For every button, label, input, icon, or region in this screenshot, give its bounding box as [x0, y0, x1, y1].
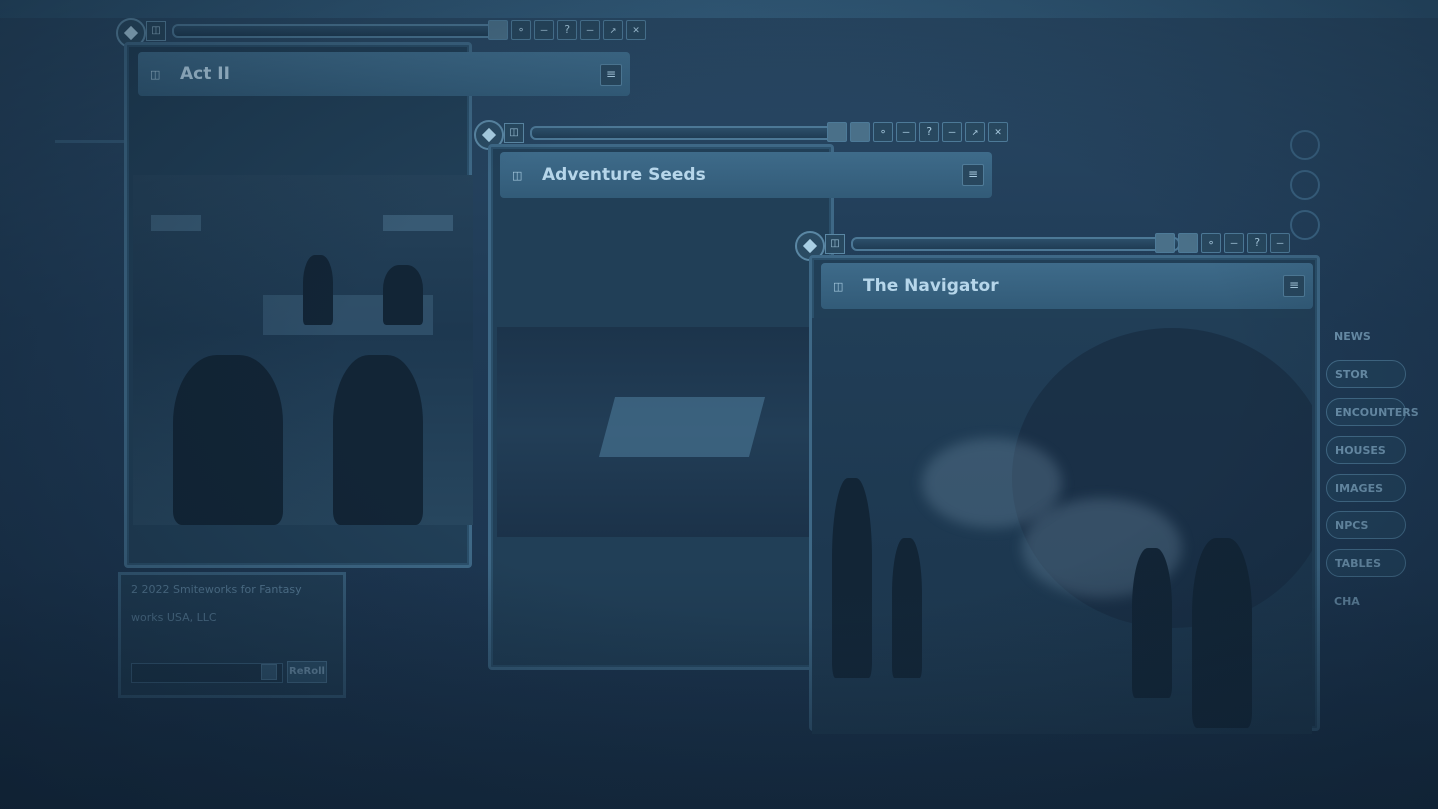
share-icon[interactable]: ∘ — [511, 20, 531, 40]
book-icon: ◫ — [150, 68, 161, 81]
share-icon[interactable]: ∘ — [873, 122, 893, 142]
close-icon[interactable]: ✕ — [988, 122, 1008, 142]
expand-icon[interactable]: ↗ — [965, 122, 985, 142]
sidebar-circle[interactable] — [1290, 170, 1320, 200]
window-titlebar[interactable]: ◫ ∘ – ? — ↗ ✕ — [116, 18, 652, 48]
collapse-icon[interactable]: — — [942, 122, 962, 142]
navigator-image — [812, 318, 1312, 734]
sidebar-item-tables[interactable]: TABLES — [1326, 549, 1406, 577]
minimize-icon[interactable]: – — [896, 122, 916, 142]
menu-icon[interactable]: ≡ — [962, 164, 984, 186]
sidebar-item-images[interactable]: IMAGES — [1326, 474, 1406, 502]
window-title: Adventure Seeds — [542, 165, 706, 185]
top-bar — [0, 0, 1438, 18]
help-icon[interactable]: ? — [1247, 233, 1267, 253]
collapse-icon[interactable]: — — [1270, 233, 1290, 253]
collapse-icon[interactable]: — — [580, 20, 600, 40]
close-icon[interactable]: ✕ — [626, 20, 646, 40]
book-icon: ◫ — [512, 169, 523, 182]
window-header: ◫ Adventure Seeds ≡ — [500, 152, 992, 198]
menu-icon[interactable]: ≡ — [1283, 275, 1305, 297]
window-header: ◫ The Navigator ≡ — [821, 263, 1313, 309]
sidebar-item-npcs[interactable]: NPCS — [1326, 511, 1406, 539]
chat-line: 2 2022 Smiteworks for Fantasy — [131, 583, 302, 596]
expand-icon[interactable]: ↗ — [603, 20, 623, 40]
chat-line: works USA, LLC — [131, 611, 217, 624]
help-icon[interactable]: ? — [919, 122, 939, 142]
minimize-icon[interactable]: – — [1224, 233, 1244, 253]
sidebar-item-encounters[interactable]: ENCOUNTERS — [1326, 398, 1419, 426]
minimize-icon[interactable]: – — [534, 20, 554, 40]
grid-icon[interactable] — [1155, 233, 1175, 253]
window-titlebar[interactable]: ◫ ∘ – ? — — [795, 231, 1320, 261]
sidebar-item-news[interactable]: NEWS — [1326, 322, 1406, 350]
sidebar-item-houses[interactable]: HOUSES — [1326, 436, 1406, 464]
sidebar-item-stor[interactable]: STOR — [1326, 360, 1406, 388]
menu-icon[interactable]: ≡ — [600, 64, 622, 86]
window-frame — [809, 255, 1320, 734]
window-titlebar[interactable]: ◫ ∘ – ? — ↗ ✕ — [474, 120, 1014, 150]
adventure-seeds-image — [497, 327, 817, 537]
sidebar-item-cha[interactable]: CHA — [1326, 587, 1406, 615]
grid-icon[interactable] — [488, 20, 508, 40]
share-icon[interactable] — [1178, 233, 1198, 253]
window-header: ◫ Act II ≡ — [138, 52, 630, 96]
act-ii-image — [133, 175, 473, 525]
window-title: The Navigator — [863, 276, 999, 296]
book-icon[interactable]: ◫ — [504, 123, 524, 143]
window-frame — [124, 42, 473, 568]
book-icon[interactable]: ◫ — [825, 234, 845, 254]
chat-panel: 2 2022 Smiteworks for Fantasy works USA,… — [118, 572, 346, 698]
sidebar-circle[interactable] — [1290, 130, 1320, 160]
window-the-navigator: ◫ ∘ – ? — ◫ The Navigator ≡ — [795, 231, 1320, 734]
grid-icon[interactable] — [827, 122, 847, 142]
help-icon[interactable]: ? — [557, 20, 577, 40]
book-icon[interactable]: ◫ — [146, 21, 166, 41]
window-title: Act II — [180, 64, 230, 84]
share-icon[interactable] — [850, 122, 870, 142]
window-frame — [488, 144, 834, 670]
dice-icon[interactable] — [261, 664, 277, 680]
decorative-line — [55, 140, 125, 143]
reroll-button[interactable]: ReRoll — [287, 661, 327, 683]
book-icon: ◫ — [833, 280, 844, 293]
share-icon[interactable]: ∘ — [1201, 233, 1221, 253]
